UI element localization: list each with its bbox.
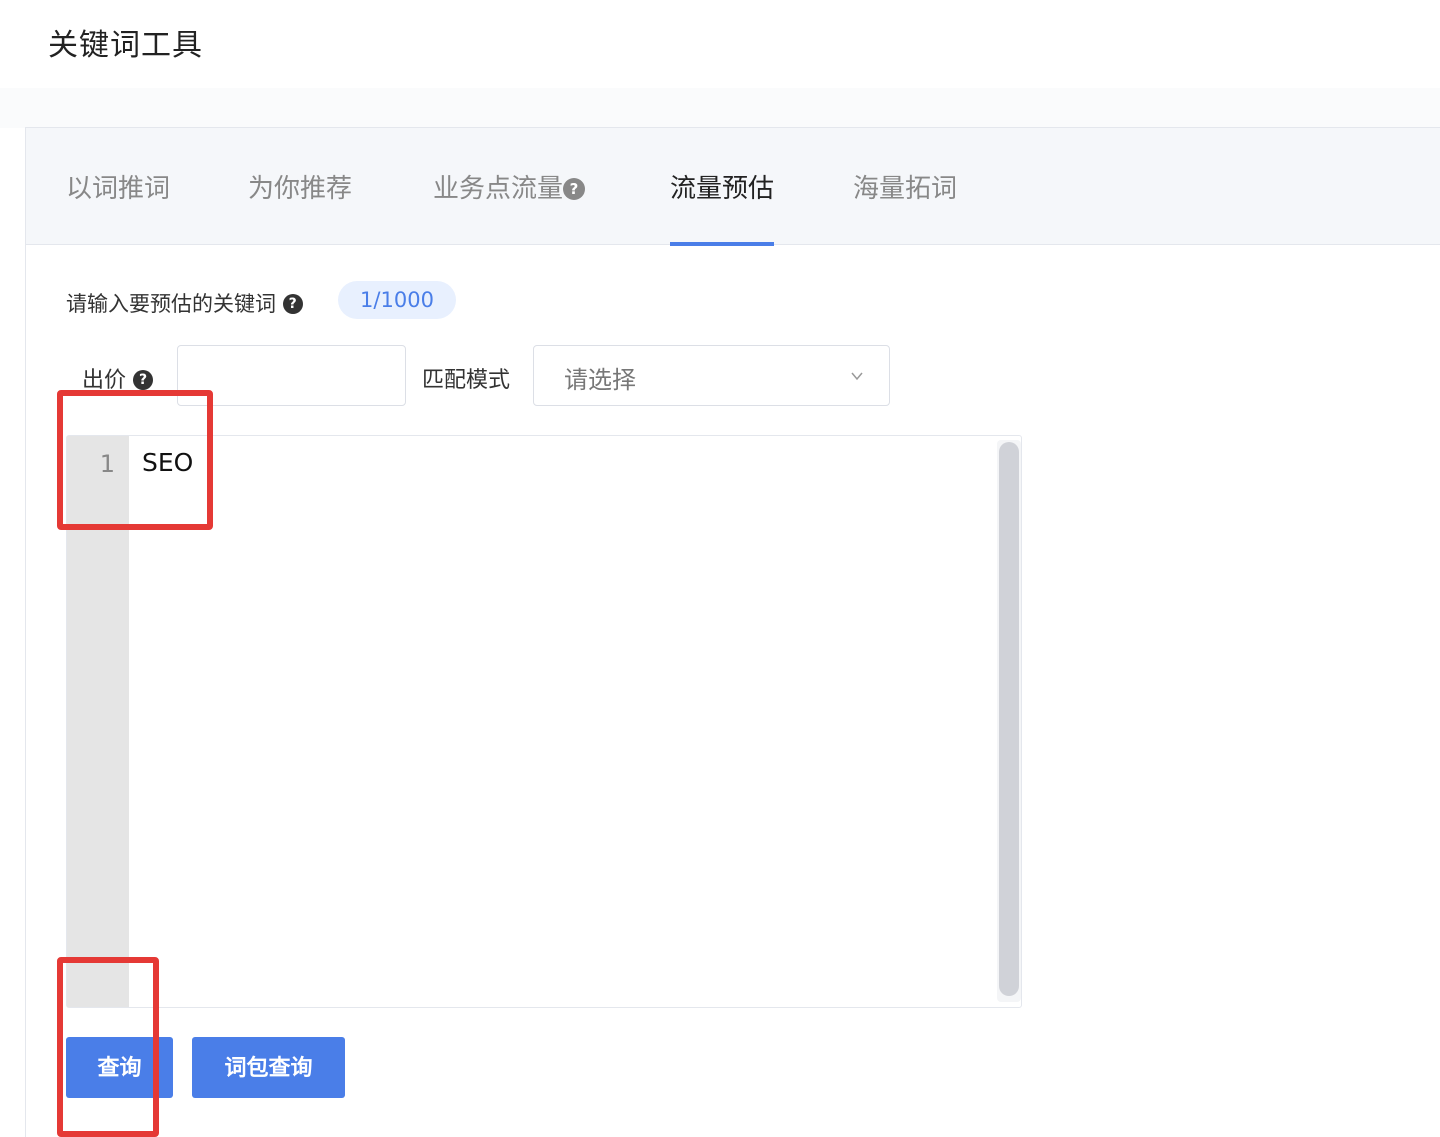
match-mode-label: 匹配模式 xyxy=(422,368,511,393)
editor-line-text[interactable]: SEO xyxy=(142,448,193,477)
help-icon[interactable]: ? xyxy=(282,294,303,314)
keyword-count-badge: 1/1000 xyxy=(338,281,456,319)
scrollbar-thumb[interactable] xyxy=(999,442,1019,996)
keyword-label: 请输入要预估的关键词 ? xyxy=(66,288,303,318)
tab-label: 以词推词 xyxy=(66,174,171,204)
bid-label: 出价 ? xyxy=(82,362,154,394)
editor-scrollbar[interactable] xyxy=(997,440,1021,1002)
match-mode-select[interactable]: 请选择 xyxy=(533,345,890,406)
keyword-editor[interactable]: 1 SEO xyxy=(66,435,1022,1008)
line-number-gutter: 1 xyxy=(67,436,129,1007)
main-panel: 以词推词 为你推荐 业务点流量? 流量预估 海量拓词 请输入要预估的关键词 ? … xyxy=(25,127,1440,1137)
help-icon[interactable]: ? xyxy=(563,178,586,200)
tab-word-to-word[interactable]: 以词推词 xyxy=(66,168,170,245)
tab-label: 流量预估 xyxy=(670,174,775,204)
page-title: 关键词工具 xyxy=(48,28,203,63)
pack-query-button[interactable]: 词包查询 xyxy=(192,1037,345,1098)
tab-label: 海量拓词 xyxy=(853,174,958,204)
top-bar: 关键词工具 xyxy=(0,0,1440,88)
line-number: 1 xyxy=(99,450,115,478)
help-icon[interactable]: ? xyxy=(133,370,154,390)
tab-business-traffic[interactable]: 业务点流量? xyxy=(433,168,586,245)
tab-recommend[interactable]: 为你推荐 xyxy=(248,168,352,245)
match-mode-placeholder: 请选择 xyxy=(564,366,636,394)
tab-label: 业务点流量 xyxy=(433,174,564,204)
tab-mass-expand[interactable]: 海量拓词 xyxy=(853,168,957,245)
page-background xyxy=(0,88,1440,128)
bid-label-text: 出价 xyxy=(82,368,127,393)
tab-label: 为你推荐 xyxy=(248,174,353,204)
tab-bar: 以词推词 为你推荐 业务点流量? 流量预估 海量拓词 xyxy=(26,128,1440,246)
chevron-down-icon xyxy=(851,372,863,381)
bid-input[interactable] xyxy=(177,345,406,406)
tab-traffic-estimate[interactable]: 流量预估 xyxy=(670,168,775,246)
query-button[interactable]: 查询 xyxy=(66,1037,173,1098)
keyword-label-text: 请输入要预估的关键词 xyxy=(66,292,276,316)
